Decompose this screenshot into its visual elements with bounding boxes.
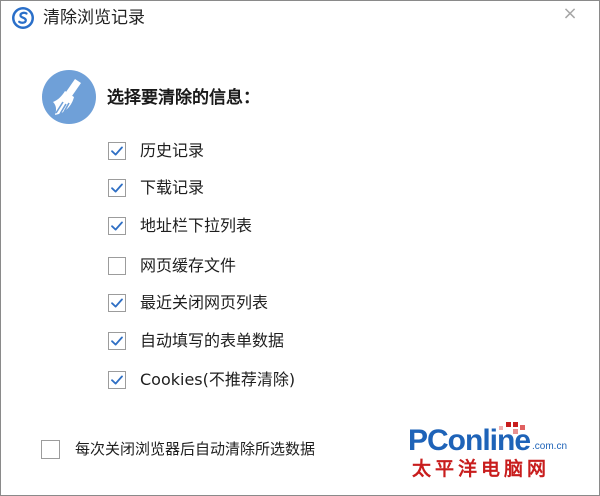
option-checkbox[interactable] xyxy=(108,142,126,160)
option-checkbox[interactable] xyxy=(108,294,126,312)
checkmark-icon xyxy=(111,221,123,231)
clear-history-dialog: 清除浏览记录 × 选择要清除的信息： 历史记录下载记录地址栏下拉列表 网页缓存文件… xyxy=(0,0,600,496)
auto-clear-label: 每次关闭浏览器后自动清除所选数据 xyxy=(75,440,316,458)
option-label: 地址栏下拉列表 xyxy=(140,216,253,235)
title-bar: 清除浏览记录 × xyxy=(1,1,599,35)
option-label: 自动填写的表单数据 xyxy=(140,331,285,350)
option-label: 最近关闭网页列表 xyxy=(140,293,269,312)
option-checkbox[interactable] xyxy=(108,217,126,235)
option-row[interactable]: 历史记录 xyxy=(108,140,204,162)
option-label: 网页缓存文件 xyxy=(140,256,237,275)
browser-logo-icon xyxy=(12,7,34,29)
watermark-domain: .com.cn xyxy=(532,441,568,452)
option-row[interactable]: 地址栏下拉列表 xyxy=(108,215,252,237)
auto-clear-checkbox[interactable] xyxy=(41,439,60,459)
close-icon: × xyxy=(562,3,578,24)
window-title: 清除浏览记录 xyxy=(43,8,145,28)
checkmark-icon xyxy=(111,146,123,156)
option-label: 下载记录 xyxy=(140,178,205,197)
option-label: 历史记录 xyxy=(140,141,205,160)
close-button[interactable]: × xyxy=(559,3,581,25)
watermark-logo: PConline .com.cn 太平洋电脑网 xyxy=(406,421,568,483)
checkmark-icon xyxy=(111,336,123,346)
option-row[interactable]: 下载记录 xyxy=(108,177,204,199)
checkmark-icon xyxy=(111,183,123,193)
option-checkbox[interactable] xyxy=(108,332,126,350)
watermark-chinese: 太平洋电脑网 xyxy=(412,458,551,480)
auto-clear-option[interactable]: 每次关闭浏览器后自动清除所选数据 xyxy=(41,438,315,460)
option-row[interactable]: 网页缓存文件 xyxy=(108,255,236,277)
option-row[interactable]: 最近关闭网页列表 xyxy=(108,292,268,314)
watermark-brand: PConline xyxy=(408,424,531,457)
option-checkbox[interactable] xyxy=(108,371,126,389)
checkmark-icon xyxy=(111,375,123,385)
checkmark-icon xyxy=(111,298,123,308)
option-checkbox[interactable] xyxy=(108,179,126,197)
broom-icon xyxy=(42,70,96,124)
option-checkbox[interactable] xyxy=(108,257,126,275)
option-row[interactable]: Cookies(不推荐清除) xyxy=(108,369,295,391)
section-heading: 选择要清除的信息： xyxy=(107,88,260,108)
option-label: Cookies(不推荐清除) xyxy=(140,370,296,389)
option-row[interactable]: 自动填写的表单数据 xyxy=(108,330,284,352)
